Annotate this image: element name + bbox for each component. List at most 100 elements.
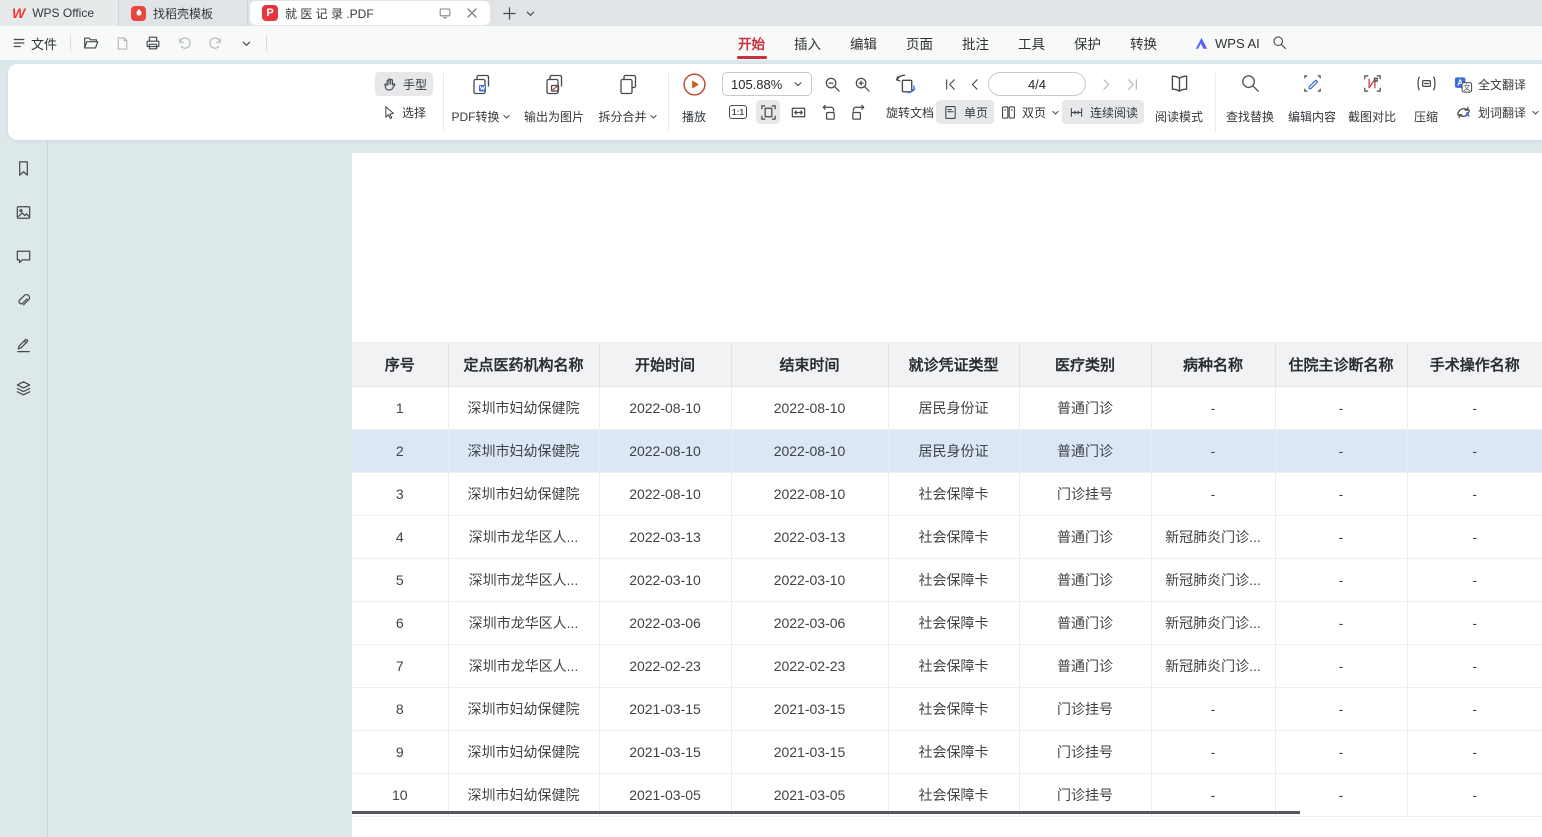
table-cell: -	[1151, 387, 1275, 430]
print-button[interactable]	[142, 32, 164, 54]
split-merge-icon	[615, 72, 641, 98]
zoom-in-button[interactable]	[850, 72, 874, 96]
undo-button[interactable]	[173, 32, 195, 54]
menu-item-3[interactable]: 编辑	[850, 24, 877, 62]
play-button[interactable]: 播放	[672, 70, 716, 128]
signature-panel-icon[interactable]	[13, 333, 35, 355]
select-tool-label: 选择	[402, 104, 426, 121]
zoom-level-select[interactable]: 105.88%	[722, 72, 812, 96]
layers-panel-icon[interactable]	[13, 377, 35, 399]
menu-search-icon[interactable]	[1271, 34, 1288, 51]
new-tab-button[interactable]	[502, 6, 517, 21]
save-button[interactable]	[111, 32, 133, 54]
rotate-document-button[interactable]: 旋转文档	[880, 100, 940, 124]
menu-item-5[interactable]: 批注	[962, 24, 989, 62]
menu-item-7[interactable]: 保护	[1074, 24, 1101, 62]
table-cell: 社会保障卡	[888, 602, 1019, 645]
menu-item-1[interactable]: 开始	[738, 24, 765, 62]
full-text-translate-button[interactable]: A文 全文翻译	[1448, 72, 1532, 96]
table-cell: 5	[352, 559, 448, 602]
zoom-out-button[interactable]	[820, 72, 844, 96]
compress-button[interactable]: 压缩	[1404, 70, 1448, 128]
open-file-button[interactable]	[80, 32, 102, 54]
double-page-button[interactable]: 双页	[994, 100, 1066, 124]
split-merge-button[interactable]: 拆分合并	[593, 70, 663, 128]
comments-panel-icon[interactable]	[13, 245, 35, 267]
wps-ai-button[interactable]: WPS AI	[1194, 26, 1260, 60]
bookmarks-panel-icon[interactable]	[13, 157, 35, 179]
pdf-convert-button[interactable]: PDF转换	[447, 70, 515, 128]
rotate-left-button[interactable]	[816, 100, 840, 124]
full-translate-label: 全文翻译	[1478, 76, 1526, 93]
read-mode-button[interactable]: 阅读模式	[1149, 70, 1209, 128]
table-header-cell: 住院主诊断名称	[1275, 343, 1407, 387]
word-translate-button[interactable]: A 划词翻译	[1448, 100, 1542, 124]
previous-page-button[interactable]	[962, 72, 986, 96]
table-cell: 8	[352, 688, 448, 731]
table-cell: -	[1407, 774, 1542, 817]
table-cell: -	[1407, 731, 1542, 774]
table-cell: 普通门诊	[1019, 645, 1151, 688]
table-cell: 门诊挂号	[1019, 688, 1151, 731]
quick-access-chevron-icon[interactable]	[235, 32, 257, 54]
screenshot-compare-button[interactable]: 截图对比	[1344, 70, 1400, 128]
fit-width-button[interactable]	[786, 100, 810, 124]
export-as-image-button[interactable]: 输出为图片	[521, 70, 587, 128]
first-page-button[interactable]	[938, 72, 962, 96]
thumbnails-panel-icon[interactable]	[13, 201, 35, 223]
tab-docer-templates[interactable]: 找稻壳模板	[118, 0, 248, 26]
redo-icon	[207, 35, 224, 52]
left-sidebar	[0, 140, 48, 837]
hand-icon	[381, 76, 398, 93]
menu-item-4[interactable]: 页面	[906, 24, 933, 62]
hand-tool-button[interactable]: 手型	[375, 72, 433, 96]
tab-wps-office[interactable]: W WPS Office	[0, 0, 118, 26]
table-header-cell: 就诊凭证类型	[888, 343, 1019, 387]
last-page-button[interactable]	[1120, 72, 1144, 96]
table-cell: 新冠肺炎门诊...	[1151, 602, 1275, 645]
table-header-cell: 开始时间	[599, 343, 731, 387]
rotate-document-icon[interactable]	[888, 70, 922, 98]
edit-content-label: 编辑内容	[1288, 108, 1336, 125]
menu-item-6[interactable]: 工具	[1018, 24, 1045, 62]
attachments-panel-icon[interactable]	[13, 289, 35, 311]
pdf-file-icon: P	[262, 5, 278, 21]
page-indicator-input[interactable]: 4/4	[988, 72, 1086, 96]
rotate-right-button[interactable]	[846, 100, 870, 124]
continuous-read-icon	[1068, 104, 1085, 121]
compress-label: 压缩	[1414, 108, 1438, 125]
chevron-down-icon	[793, 79, 803, 89]
table-cell: 6	[352, 602, 448, 645]
table-cell: 2	[352, 430, 448, 473]
file-menu-button[interactable]: 文件	[8, 34, 61, 53]
table-header-cell: 定点医药机构名称	[448, 343, 599, 387]
one-to-one-icon: 1:1	[729, 105, 747, 120]
table-cell: 居民身份证	[888, 387, 1019, 430]
tab-list-chevron-icon[interactable]	[525, 8, 536, 19]
single-page-button[interactable]: 单页	[936, 100, 994, 124]
continuous-read-button[interactable]: 连续阅读	[1062, 100, 1144, 124]
next-page-button[interactable]	[1094, 72, 1118, 96]
menu-item-2[interactable]: 插入	[794, 24, 821, 62]
select-tool-button[interactable]: 选择	[375, 100, 432, 124]
monitor-icon[interactable]	[437, 5, 453, 21]
table-row: 8深圳市妇幼保健院2021-03-152021-03-15社会保障卡门诊挂号--…	[352, 688, 1542, 731]
find-replace-button[interactable]: 查找替换	[1222, 70, 1278, 128]
menu-item-8[interactable]: 转换	[1130, 24, 1157, 62]
table-header-cell: 病种名称	[1151, 343, 1275, 387]
tab-pdf-document[interactable]: P 就 医 记 录 .PDF	[250, 1, 490, 25]
double-page-icon	[1000, 104, 1017, 121]
edit-content-button[interactable]: 编辑内容	[1284, 70, 1340, 128]
fit-page-button[interactable]	[756, 100, 780, 124]
actual-size-button[interactable]: 1:1	[726, 100, 750, 124]
table-body: 1深圳市妇幼保健院2022-08-102022-08-10居民身份证普通门诊--…	[352, 387, 1542, 817]
close-tab-icon[interactable]	[466, 7, 478, 19]
printer-icon	[144, 34, 162, 52]
menu-items: 开始插入编辑页面批注工具保护转换	[738, 26, 1157, 60]
table-cell: 2022-02-23	[731, 645, 888, 688]
table-cell: -	[1407, 430, 1542, 473]
table-header-row: 序号定点医药机构名称开始时间结束时间就诊凭证类型医疗类别病种名称住院主诊断名称手…	[352, 343, 1542, 387]
redo-button[interactable]	[204, 32, 226, 54]
tab-label: 就 医 记 录 .PDF	[285, 5, 374, 22]
rotate-right-icon	[849, 103, 868, 122]
